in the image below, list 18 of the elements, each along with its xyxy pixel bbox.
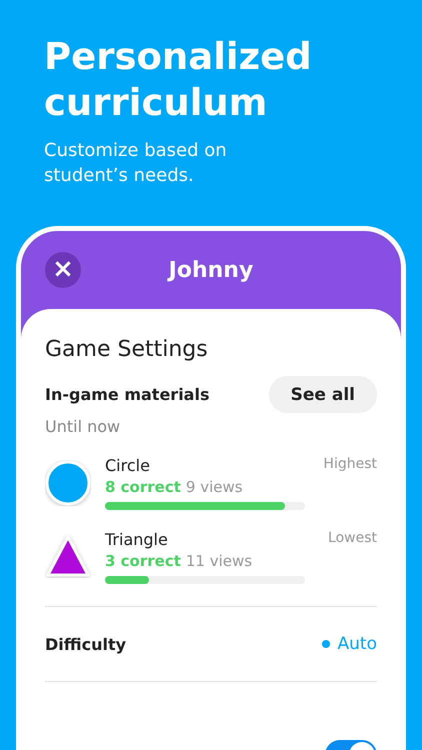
view-count: 11 views [186,552,252,570]
settings-title: Game Settings [45,337,209,362]
see-all-button[interactable]: See all [268,376,377,413]
materials-label: In-game materials [45,385,210,404]
material-name: Triangle [105,530,168,549]
rank-label: Lowest [328,530,377,548]
correct-count: 8 correct [105,478,181,496]
profile-name: Johnny [166,258,254,283]
rank-label: Highest [323,456,377,474]
period-label: Until now [45,417,122,436]
close-button[interactable]: × [45,252,81,288]
difficulty-label: Difficulty [45,634,126,654]
dot-icon [322,640,330,648]
headline: Personalized curriculum [44,34,313,126]
view-count: 9 views [186,478,243,496]
subtitle: Customize based on student’s needs. [44,139,228,188]
correct-count: 3 correct [105,552,181,570]
material-name: Circle [105,456,150,475]
